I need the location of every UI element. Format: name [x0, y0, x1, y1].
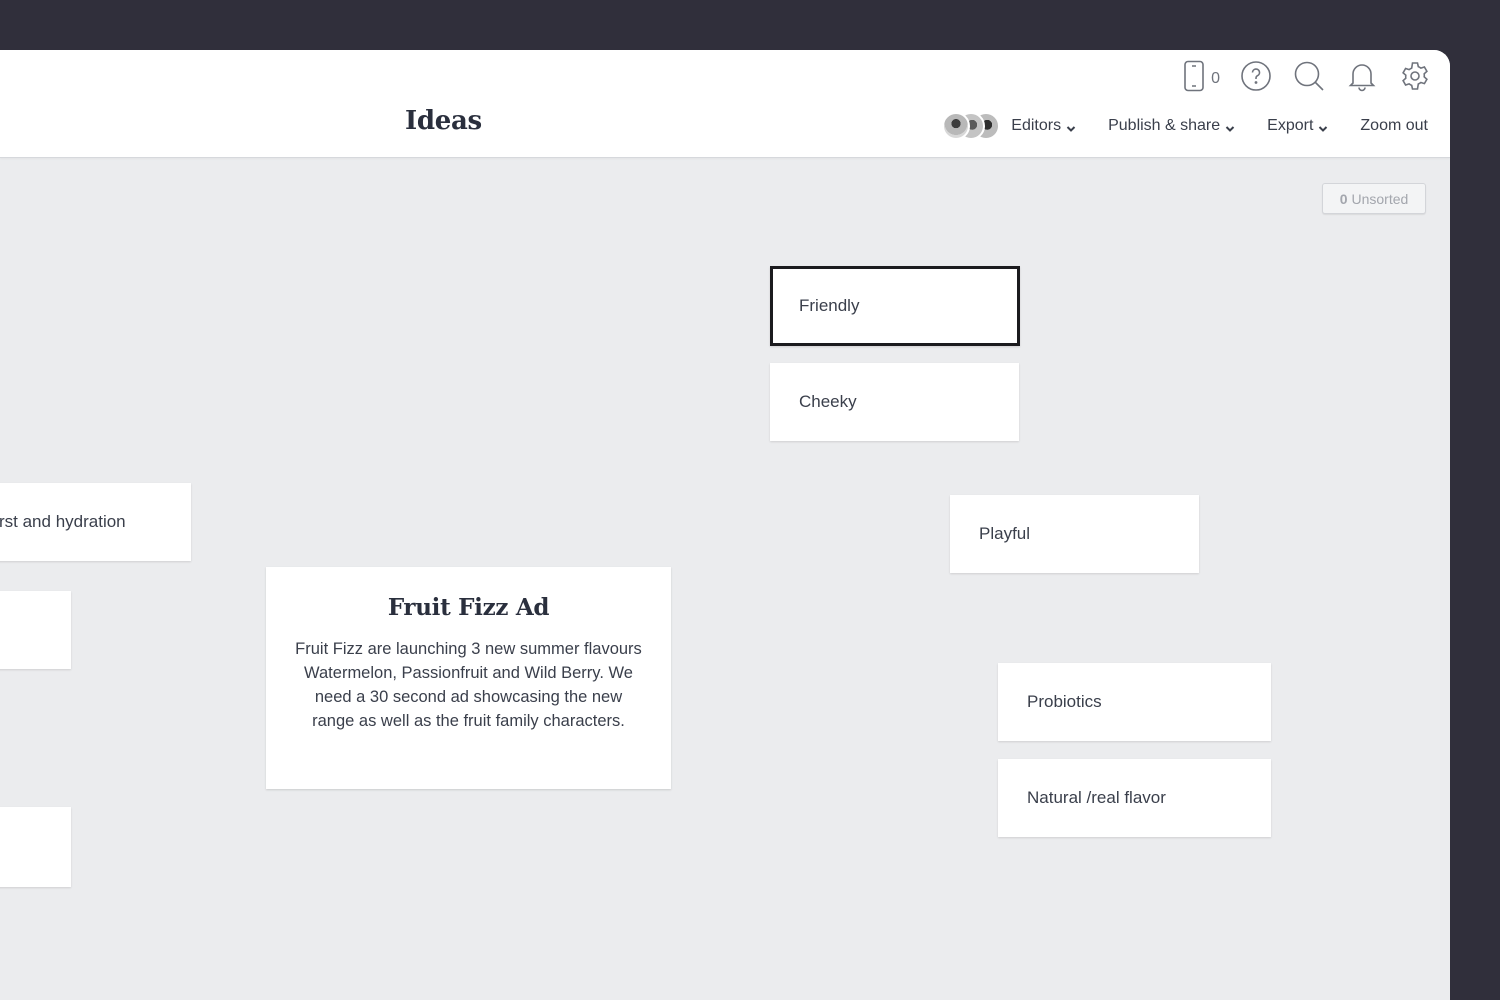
editors-label: Editors	[1011, 117, 1062, 134]
chevron-down-icon	[1318, 121, 1328, 132]
gear-icon	[1399, 60, 1431, 97]
header-bar: Ideas 0 Editors Publish & share Export Z…	[0, 50, 1450, 158]
bell-icon	[1347, 60, 1377, 97]
editor-avatars[interactable]	[942, 112, 1001, 140]
search-icon	[1293, 60, 1325, 97]
idea-card-friendly[interactable]: Friendly	[770, 266, 1020, 346]
card-text: rst and hydration	[0, 512, 126, 531]
unsorted-button[interactable]: 0 Unsorted	[1322, 183, 1426, 214]
board-title: Ideas	[405, 106, 482, 136]
chevron-down-icon	[1066, 121, 1076, 132]
device-preview-button[interactable]: 0	[1183, 60, 1220, 97]
header-menu: Editors Publish & share Export Zoom out	[942, 112, 1428, 140]
notifications-button[interactable]	[1345, 62, 1379, 96]
search-button[interactable]	[1292, 60, 1326, 97]
brief-card[interactable]: Fruit Fizz Ad Fruit Fizz are launching 3…	[266, 567, 671, 789]
zoom-out-button[interactable]: Zoom out	[1360, 117, 1428, 135]
app-window: Ideas 0 Editors Publish & share Export Z…	[0, 50, 1450, 1000]
publish-share-label: Publish & share	[1108, 117, 1221, 134]
phone-icon	[1183, 60, 1205, 97]
brief-description: Fruit Fizz are launching 3 new summer fl…	[295, 640, 642, 730]
card-text: Cheeky	[799, 392, 857, 411]
unsorted-label: Unsorted	[1351, 190, 1409, 207]
chevron-down-icon	[1225, 121, 1235, 132]
top-toolbar: 0	[1183, 60, 1432, 97]
brief-title: Fruit Fizz Ad	[387, 594, 550, 621]
export-dropdown[interactable]: Export	[1267, 117, 1328, 135]
help-icon	[1240, 60, 1272, 97]
idea-card-playful[interactable]: Playful	[950, 495, 1199, 573]
unsorted-count: 0	[1339, 190, 1348, 207]
idea-card-cheeky[interactable]: Cheeky	[770, 363, 1019, 441]
card-text: Friendly	[799, 296, 860, 315]
card-text: Probiotics	[1027, 692, 1102, 711]
export-label: Export	[1267, 117, 1314, 134]
editors-dropdown[interactable]: Editors	[1011, 117, 1076, 135]
idea-card-offscreen[interactable]	[0, 591, 71, 669]
help-button[interactable]	[1239, 60, 1273, 97]
idea-card-offscreen[interactable]	[0, 807, 71, 887]
device-count: 0	[1211, 69, 1220, 87]
idea-card-natural-flavor[interactable]: Natural /real flavor	[998, 759, 1271, 837]
idea-card-probiotics[interactable]: Probiotics	[998, 663, 1271, 741]
card-text: Natural /real flavor	[1027, 788, 1166, 807]
settings-button[interactable]	[1398, 62, 1432, 96]
card-text: Playful	[979, 524, 1031, 543]
publish-share-dropdown[interactable]: Publish & share	[1108, 117, 1235, 135]
idea-card-thirst-hydration[interactable]: rst and hydration	[0, 483, 191, 561]
zoom-out-label: Zoom out	[1360, 117, 1428, 134]
